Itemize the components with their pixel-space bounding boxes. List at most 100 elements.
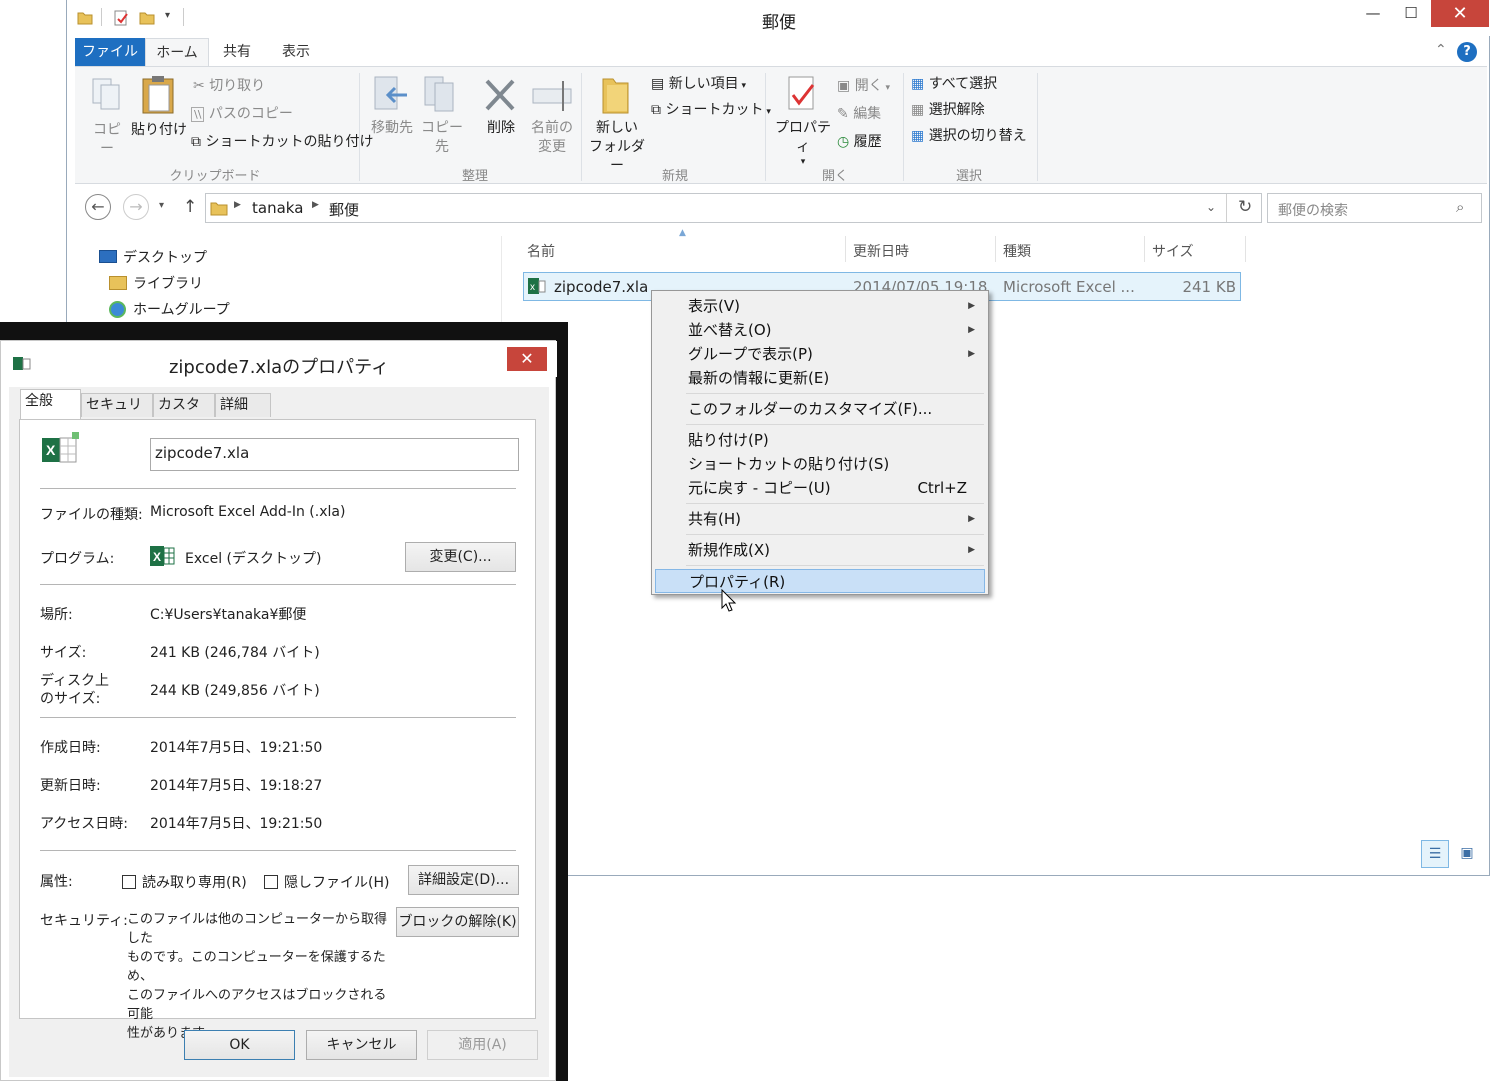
- column-size[interactable]: サイズ: [1152, 241, 1194, 261]
- column-type[interactable]: 種類: [1003, 241, 1031, 261]
- delete-button[interactable]: 削除: [479, 75, 523, 138]
- up-arrow-icon[interactable]: ↑: [183, 197, 197, 217]
- menu-label: 最新の情報に更新(E): [688, 369, 830, 387]
- modified-label: 更新日時:: [40, 778, 101, 794]
- group-divider: [581, 73, 582, 181]
- cut-button[interactable]: ✂ 切り取り: [193, 77, 265, 95]
- close-button[interactable]: ✕: [1431, 0, 1489, 27]
- maximize-button[interactable]: ☐: [1391, 0, 1431, 27]
- copy-to-button[interactable]: コピー先: [417, 75, 467, 157]
- menu-item-sort[interactable]: 並べ替え(O) ▶: [655, 318, 985, 342]
- apply-button[interactable]: 適用(A): [427, 1030, 538, 1060]
- hidden-checkbox[interactable]: 隠しファイル(H): [264, 872, 389, 892]
- copy-button[interactable]: コピー: [87, 75, 127, 159]
- created-value: 2014年7月5日、19:21:50: [150, 740, 323, 756]
- tab-home[interactable]: ホーム: [145, 38, 209, 66]
- divider: [40, 584, 516, 585]
- column-divider[interactable]: [845, 236, 846, 262]
- svg-text:X: X: [46, 442, 56, 458]
- ribbon-collapse-icon[interactable]: ⌃: [1435, 42, 1447, 58]
- open-button[interactable]: ▣ 開く ▾: [837, 77, 890, 97]
- column-divider[interactable]: [1245, 236, 1246, 262]
- delete-x-icon: [485, 79, 515, 111]
- ok-button[interactable]: OK: [184, 1030, 295, 1060]
- file-type-value: Microsoft Excel Add-In (.xla): [150, 504, 346, 520]
- new-folder-button[interactable]: 新しい フォルダー: [587, 75, 647, 176]
- copy-path-button[interactable]: \\ パスのコピー: [191, 105, 293, 124]
- menu-item-undo[interactable]: 元に戻す - コピー(U) Ctrl+Z: [655, 476, 985, 500]
- program-label: プログラム:: [40, 551, 115, 567]
- dialog-close-button[interactable]: ✕: [507, 347, 547, 371]
- menu-item-group[interactable]: グループで表示(P) ▶: [655, 342, 985, 366]
- help-icon[interactable]: ?: [1457, 42, 1477, 62]
- divider: [40, 850, 516, 851]
- address-bar[interactable]: ▶ tanaka ▶ 郵便 ⌄ ↻: [205, 193, 1262, 223]
- history-icon: ◷: [837, 134, 854, 150]
- paste-button[interactable]: 貼り付け: [131, 75, 187, 140]
- tab-file[interactable]: ファイル: [75, 38, 145, 66]
- menu-item-refresh[interactable]: 最新の情報に更新(E): [655, 366, 985, 390]
- tab-details[interactable]: 詳細: [215, 393, 271, 417]
- submenu-arrow-icon: ▶: [968, 545, 975, 555]
- move-to-button[interactable]: 移動先: [367, 75, 417, 138]
- disk-size-label-line: ディスク上: [40, 673, 110, 689]
- invert-selection-button[interactable]: ▦ 選択の切り替え: [911, 127, 1027, 145]
- rename-icon: [532, 81, 572, 111]
- column-divider[interactable]: [995, 236, 996, 262]
- change-program-button[interactable]: 変更(C)...: [405, 542, 516, 572]
- minimize-button[interactable]: —: [1353, 0, 1393, 27]
- refresh-icon[interactable]: ↻: [1238, 197, 1252, 217]
- tab-view[interactable]: 表示: [273, 38, 319, 66]
- advanced-button[interactable]: 詳細設定(D)...: [408, 865, 519, 895]
- menu-item-paste-shortcut[interactable]: ショートカットの貼り付け(S): [655, 452, 985, 476]
- shortcut-button[interactable]: ⧉ ショートカット ▾: [651, 101, 771, 121]
- cut-label: 切り取り: [209, 78, 266, 94]
- menu-item-new[interactable]: 新規作成(X) ▶: [655, 538, 985, 562]
- properties-button[interactable]: プロパティ ▾: [773, 75, 833, 167]
- filename-field[interactable]: zipcode7.xla: [150, 438, 519, 471]
- rename-button[interactable]: 名前の 変更: [527, 75, 577, 157]
- breadcrumb-chevron-icon: ▶: [234, 200, 241, 210]
- tab-custom[interactable]: カスタム: [153, 393, 215, 435]
- column-name[interactable]: 名前: [527, 241, 555, 261]
- menu-item-share[interactable]: 共有(H) ▶: [655, 507, 985, 531]
- cancel-button[interactable]: キャンセル: [306, 1030, 417, 1060]
- select-none-button[interactable]: ▦ 選択解除: [911, 101, 985, 119]
- breadcrumb-tanaka[interactable]: tanaka: [252, 199, 303, 217]
- search-input[interactable]: 郵便の検索 ⌕: [1267, 193, 1482, 223]
- scissors-icon: ✂: [193, 78, 210, 94]
- column-modified[interactable]: 更新日時: [853, 241, 909, 261]
- modified-value: 2014年7月5日、19:18:27: [150, 778, 323, 794]
- menu-separator: [686, 565, 984, 566]
- forward-button[interactable]: →: [123, 194, 149, 220]
- menu-item-properties[interactable]: プロパティ(R): [655, 569, 985, 593]
- copy-icon: [92, 78, 120, 110]
- select-all-button[interactable]: ▦ すべて選択: [911, 75, 997, 93]
- recent-dropdown-icon[interactable]: ▾: [159, 200, 164, 211]
- shortcut-label: ショートカット: [665, 102, 764, 118]
- copy-path-label: パスのコピー: [208, 106, 293, 122]
- new-item-button[interactable]: ▤ 新しい項目 ▾: [651, 75, 746, 95]
- readonly-label: 読み取り専用(R): [142, 875, 247, 891]
- details-view-icon[interactable]: ☰: [1421, 840, 1449, 868]
- column-divider[interactable]: [1144, 236, 1145, 262]
- menu-label: プロパティ(R): [689, 573, 786, 591]
- menu-item-view[interactable]: 表示(V) ▶: [655, 294, 985, 318]
- unblock-button[interactable]: ブロックの解除(K): [396, 907, 519, 937]
- tab-share[interactable]: 共有: [215, 38, 259, 66]
- search-icon[interactable]: ⌕: [1456, 198, 1464, 216]
- large-icons-view-icon[interactable]: ▣: [1453, 840, 1481, 868]
- tab-security[interactable]: セキュリティ: [81, 393, 153, 435]
- menu-item-customize[interactable]: このフォルダーのカスタマイズ(F)...: [655, 397, 985, 421]
- breadcrumb-yubin[interactable]: 郵便: [329, 199, 359, 220]
- address-dropdown-icon[interactable]: ⌄: [1206, 200, 1216, 214]
- paste-shortcut-button[interactable]: ⧉ ショートカットの貼り付け: [191, 133, 373, 151]
- history-label: 履歴: [853, 134, 882, 150]
- edit-button[interactable]: ✎ 編集: [837, 105, 881, 123]
- readonly-checkbox[interactable]: 読み取り専用(R): [122, 872, 247, 892]
- history-button[interactable]: ◷ 履歴: [837, 133, 882, 151]
- checkbox-box: [122, 875, 136, 889]
- tab-general[interactable]: 全般: [20, 389, 81, 419]
- back-button[interactable]: ←: [85, 194, 111, 220]
- menu-item-paste[interactable]: 貼り付け(P): [655, 428, 985, 452]
